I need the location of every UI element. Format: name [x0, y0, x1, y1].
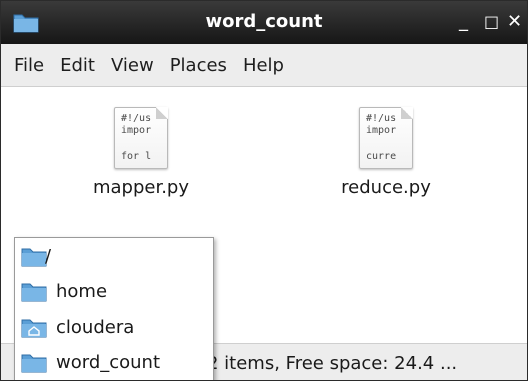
path-item-label: word_count: [56, 351, 161, 373]
folder-icon: [21, 354, 47, 373]
text-file-icon: #!/us impor curre: [359, 107, 413, 169]
path-popup-menu: / home cloudera word_count: [14, 237, 214, 380]
path-item-root[interactable]: /: [15, 241, 213, 271]
menu-file[interactable]: File: [1, 55, 52, 76]
file-item-mapper[interactable]: #!/us impor for l mapper.py: [66, 107, 216, 198]
title-bar[interactable]: word_count _ □ ✕: [1, 1, 527, 44]
path-item-label: home: [56, 280, 108, 302]
home-folder-icon: [21, 319, 47, 338]
close-button[interactable]: ✕: [507, 9, 522, 35]
file-item-reduce[interactable]: #!/us impor curre reduce.py: [311, 107, 461, 198]
menu-help[interactable]: Help: [235, 55, 292, 76]
folder-icon: [21, 283, 47, 302]
menu-view[interactable]: View: [103, 55, 162, 76]
minimize-button[interactable]: _: [459, 9, 468, 35]
file-preview-line: curre: [366, 151, 397, 162]
file-preview-line: impor: [121, 125, 152, 136]
path-item-word-count[interactable]: word_count: [15, 347, 213, 377]
maximize-button[interactable]: □: [484, 9, 499, 35]
file-name: mapper.py: [92, 177, 190, 198]
file-name: reduce.py: [341, 177, 431, 198]
folder-icon: [21, 248, 47, 267]
file-manager-window: word_count _ □ ✕ File Edit View Places H…: [0, 0, 528, 381]
status-text: 2 items, Free space: 24.4 ...: [207, 353, 458, 374]
menu-edit[interactable]: Edit: [52, 55, 103, 76]
window-title: word_count: [205, 11, 323, 32]
file-preview-line: #!/us: [121, 113, 152, 124]
menu-places[interactable]: Places: [162, 55, 235, 76]
file-preview-line: impor: [366, 125, 397, 136]
menu-bar: File Edit View Places Help: [1, 44, 527, 87]
path-item-home[interactable]: home: [15, 276, 213, 306]
path-item-cloudera[interactable]: cloudera: [15, 312, 213, 342]
path-item-label: /: [45, 245, 52, 267]
path-item-label: cloudera: [56, 316, 135, 338]
file-preview-line: for l: [121, 151, 152, 162]
file-preview-line: #!/us: [366, 113, 397, 124]
text-file-icon: #!/us impor for l: [114, 107, 168, 169]
